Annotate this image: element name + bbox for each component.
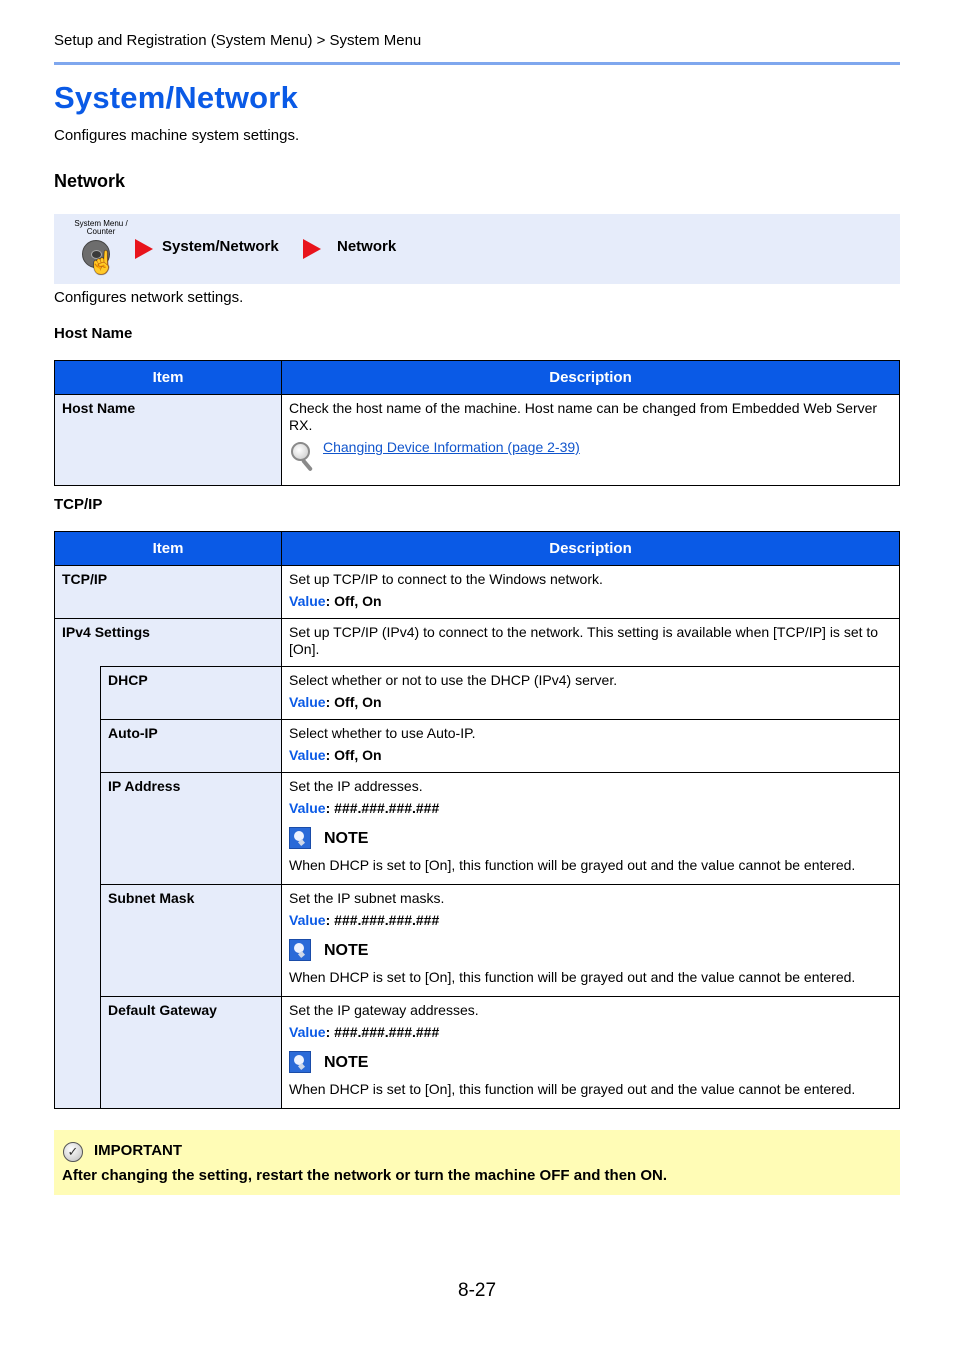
header-divider xyxy=(54,62,900,65)
table-row: TCP/IP Set up TCP/IP to connect to the W… xyxy=(54,565,900,619)
column-header-description: Description xyxy=(281,531,900,566)
important-text: After changing the setting, restart the … xyxy=(62,1167,668,1184)
check-circle-icon: ✓ xyxy=(63,1142,83,1162)
arrow-right-icon xyxy=(303,239,321,259)
table-row: DHCP Select whether or not to use the DH… xyxy=(54,666,900,720)
page-number: 8-27 xyxy=(458,1280,497,1301)
note-lightbulb-icon xyxy=(289,827,311,849)
note-label: NOTE xyxy=(324,941,369,959)
breadcrumb: Setup and Registration (System Menu) > S… xyxy=(54,32,422,49)
magnifier-icon xyxy=(289,439,319,472)
table-row: Subnet Mask Set the IP subnet masks. Val… xyxy=(54,884,900,997)
row-item: Subnet Mask xyxy=(100,884,282,997)
row-value: ###.###.###.### xyxy=(334,800,440,816)
column-header-item: Item xyxy=(54,360,282,395)
note-label: NOTE xyxy=(324,1053,369,1071)
note-lightbulb-icon xyxy=(289,1051,311,1073)
host-name-heading: Host Name xyxy=(54,325,133,342)
nav-step-system-network: System/Network xyxy=(162,238,279,255)
table-row: Auto-IP Select whether to use Auto-IP. V… xyxy=(54,719,900,773)
reference-link[interactable]: Changing Device Information (page 2-39) xyxy=(323,439,580,456)
row-value: Off, On xyxy=(334,747,382,763)
row-description: Check the host name of the machine. Host… xyxy=(289,400,878,433)
note-label: NOTE xyxy=(324,829,369,847)
row-value: ###.###.###.### xyxy=(334,912,440,928)
row-item: IPv4 Settings xyxy=(54,618,282,667)
row-item: Default Gateway xyxy=(100,996,282,1109)
value-label: Value xyxy=(289,1024,326,1040)
important-box: ✓ IMPORTANT After changing the setting, … xyxy=(54,1130,900,1195)
row-description: Set the IP addresses. xyxy=(289,778,423,794)
value-label: Value xyxy=(289,694,326,710)
row-value: ###.###.###.### xyxy=(334,1024,440,1040)
row-item: Auto-IP xyxy=(100,719,282,773)
table-row: IP Address Set the IP addresses. Value: … xyxy=(54,772,900,885)
pointing-hand-icon: ☝ xyxy=(88,250,116,275)
arrow-right-icon xyxy=(135,239,153,259)
table-row: IPv4 Settings Set up TCP/IP (IPv4) to co… xyxy=(54,618,900,667)
row-description: Set the IP subnet masks. xyxy=(289,890,445,906)
row-item: IP Address xyxy=(100,772,282,885)
tcpip-heading: TCP/IP xyxy=(54,496,103,513)
nav-step-network: Network xyxy=(337,238,397,255)
row-item: TCP/IP xyxy=(54,565,282,619)
row-item: Host Name xyxy=(54,394,282,486)
navigation-path: System Menu / Counter ☝ System/Network N… xyxy=(54,214,900,284)
row-item: DHCP xyxy=(100,666,282,720)
system-menu-button-label: System Menu / Counter xyxy=(74,219,128,236)
row-value: Off, On xyxy=(334,694,382,710)
value-label: Value xyxy=(289,747,326,763)
row-description-cell: Check the host name of the machine. Host… xyxy=(281,394,900,486)
table-row: Host Name Check the host name of the mac… xyxy=(54,394,900,486)
page-subtitle: Configures machine system settings. xyxy=(54,127,300,144)
note-lightbulb-icon xyxy=(289,939,311,961)
section-title: Network xyxy=(54,171,126,191)
row-value: Off, On xyxy=(334,593,382,609)
section-description: Configures network settings. xyxy=(54,289,244,306)
row-description: Set up TCP/IP to connect to the Windows … xyxy=(289,571,603,587)
important-label: IMPORTANT xyxy=(94,1142,183,1159)
tcpip-table: Item Description TCP/IP Set up TCP/IP to… xyxy=(54,531,900,1109)
column-header-description: Description xyxy=(281,360,900,395)
value-label: Value xyxy=(289,800,326,816)
table-row: Default Gateway Set the IP gateway addre… xyxy=(54,996,900,1109)
column-header-item: Item xyxy=(54,531,282,566)
row-description: Select whether or not to use the DHCP (I… xyxy=(289,672,618,688)
row-description: Set up TCP/IP (IPv4) to connect to the n… xyxy=(289,624,879,657)
value-label: Value xyxy=(289,912,326,928)
row-description: Set the IP gateway addresses. xyxy=(289,1002,479,1018)
note-text: When DHCP is set to [On], this function … xyxy=(289,969,856,985)
note-text: When DHCP is set to [On], this function … xyxy=(289,1081,856,1097)
row-description: Select whether to use Auto-IP. xyxy=(289,725,476,741)
note-text: When DHCP is set to [On], this function … xyxy=(289,857,856,873)
value-label: Value xyxy=(289,593,326,609)
host-name-table: Item Description Host Name Check the hos… xyxy=(54,360,900,486)
page-title: System/Network xyxy=(54,80,299,115)
